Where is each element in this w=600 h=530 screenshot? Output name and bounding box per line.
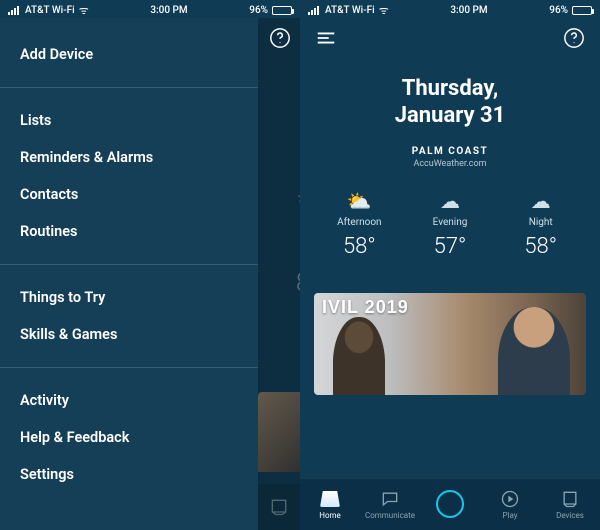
drawer-item-add-device[interactable]: Add Device [0, 36, 258, 73]
forecast-label: Evening [433, 217, 468, 228]
nav-label: Devices [556, 511, 584, 520]
drawer-item-reminders-alarms[interactable]: Reminders & Alarms [0, 139, 258, 176]
forecast-night[interactable]: ☁︎ Night 58° [495, 191, 586, 259]
battery-pct: 96% [549, 5, 568, 16]
home-content: Thursday, January 31 PALM COAST AccuWeat… [300, 58, 600, 395]
drawer-item-settings[interactable]: Settings [0, 456, 258, 493]
drawer-item-things-to-try[interactable]: Things to Try [0, 279, 258, 316]
drawer-item-routines[interactable]: Routines [0, 213, 258, 250]
forecast-row: ⛅ Afternoon 58° ☁︎ Evening 57° ☁︎ Night … [314, 191, 586, 259]
forecast-afternoon[interactable]: ⛅ Afternoon 58° [314, 191, 405, 259]
navigation-drawer: Add Device Lists Reminders & Alarms Cont… [0, 18, 258, 530]
carrier-label: AT&T Wi-Fi [325, 5, 375, 16]
drawer-item-lists[interactable]: Lists [0, 102, 258, 139]
battery-icon [572, 6, 592, 15]
battery-pct: 96% [249, 5, 268, 16]
carrier-label: AT&T Wi-Fi [25, 5, 75, 16]
location-row: PALM COAST AccuWeather.com [300, 146, 600, 169]
night-cloud-icon: ☁︎ [531, 191, 551, 211]
clock: 3:00 PM [150, 5, 187, 16]
bottom-nav: Home Communicate Play Devices [300, 478, 600, 530]
divider [0, 87, 258, 88]
person-silhouette [498, 307, 570, 395]
nav-alexa[interactable] [420, 494, 480, 516]
date-monthday: January 31 [300, 103, 600, 128]
home-icon [320, 491, 340, 507]
wifi-icon: ᯤ [379, 3, 389, 18]
partly-sunny-icon: ⛅ [347, 191, 372, 211]
chat-icon [380, 489, 400, 509]
drawer-item-activity[interactable]: Activity [0, 382, 258, 419]
content-behind-drawer[interactable] [258, 18, 300, 530]
nav-label: Play [502, 511, 517, 520]
phone-right: AT&T Wi-Fi ᯤ 3:00 PM 96% Thursday, Janua… [300, 0, 600, 530]
nav-communicate[interactable]: Communicate [360, 489, 420, 520]
video-banner-text: IVIL 2019 [322, 297, 409, 318]
drawer-item-contacts[interactable]: Contacts [0, 176, 258, 213]
menu-icon[interactable] [314, 26, 338, 50]
devices-icon [560, 489, 580, 509]
forecast-temp: 57° [434, 234, 467, 259]
signal-icon [8, 6, 19, 15]
forecast-temp: 58° [524, 234, 557, 259]
help-icon[interactable] [562, 26, 586, 50]
clock: 3:00 PM [450, 5, 487, 16]
weather-provider[interactable]: AccuWeather.com [413, 159, 486, 169]
video-card[interactable]: IVIL 2019 [314, 293, 586, 395]
location-name: PALM COAST [412, 146, 488, 157]
wifi-icon: ᯤ [79, 3, 89, 18]
divider [0, 367, 258, 368]
status-bar: AT&T Wi-Fi ᯤ 3:00 PM 96% [300, 0, 600, 18]
drawer-item-help-feedback[interactable]: Help & Feedback [0, 419, 258, 456]
night-cloud-icon: ☁︎ [440, 191, 460, 211]
nav-devices[interactable]: Devices [540, 489, 600, 520]
status-bar: AT&T Wi-Fi ᯤ 3:00 PM 96% [0, 0, 300, 18]
drawer-item-skills-games[interactable]: Skills & Games [0, 316, 258, 353]
phone-left: AT&T Wi-Fi ᯤ 3:00 PM 96% ⛅ ght 8° Add De… [0, 0, 300, 530]
forecast-evening[interactable]: ☁︎ Evening 57° [405, 191, 496, 259]
app-header [300, 18, 600, 58]
date-weekday: Thursday, [300, 76, 600, 101]
forecast-temp: 58° [343, 234, 376, 259]
nav-label: Communicate [365, 511, 415, 520]
nav-play[interactable]: Play [480, 489, 540, 520]
signal-icon [308, 6, 319, 15]
battery-icon [272, 6, 292, 15]
divider [0, 264, 258, 265]
nav-label: Home [319, 511, 341, 520]
nav-home[interactable]: Home [300, 489, 360, 520]
forecast-label: Night [529, 217, 553, 228]
alexa-icon [436, 490, 464, 518]
forecast-label: Afternoon [337, 217, 381, 228]
play-icon [500, 489, 520, 509]
help-icon[interactable] [268, 26, 292, 50]
person-silhouette [333, 317, 385, 395]
